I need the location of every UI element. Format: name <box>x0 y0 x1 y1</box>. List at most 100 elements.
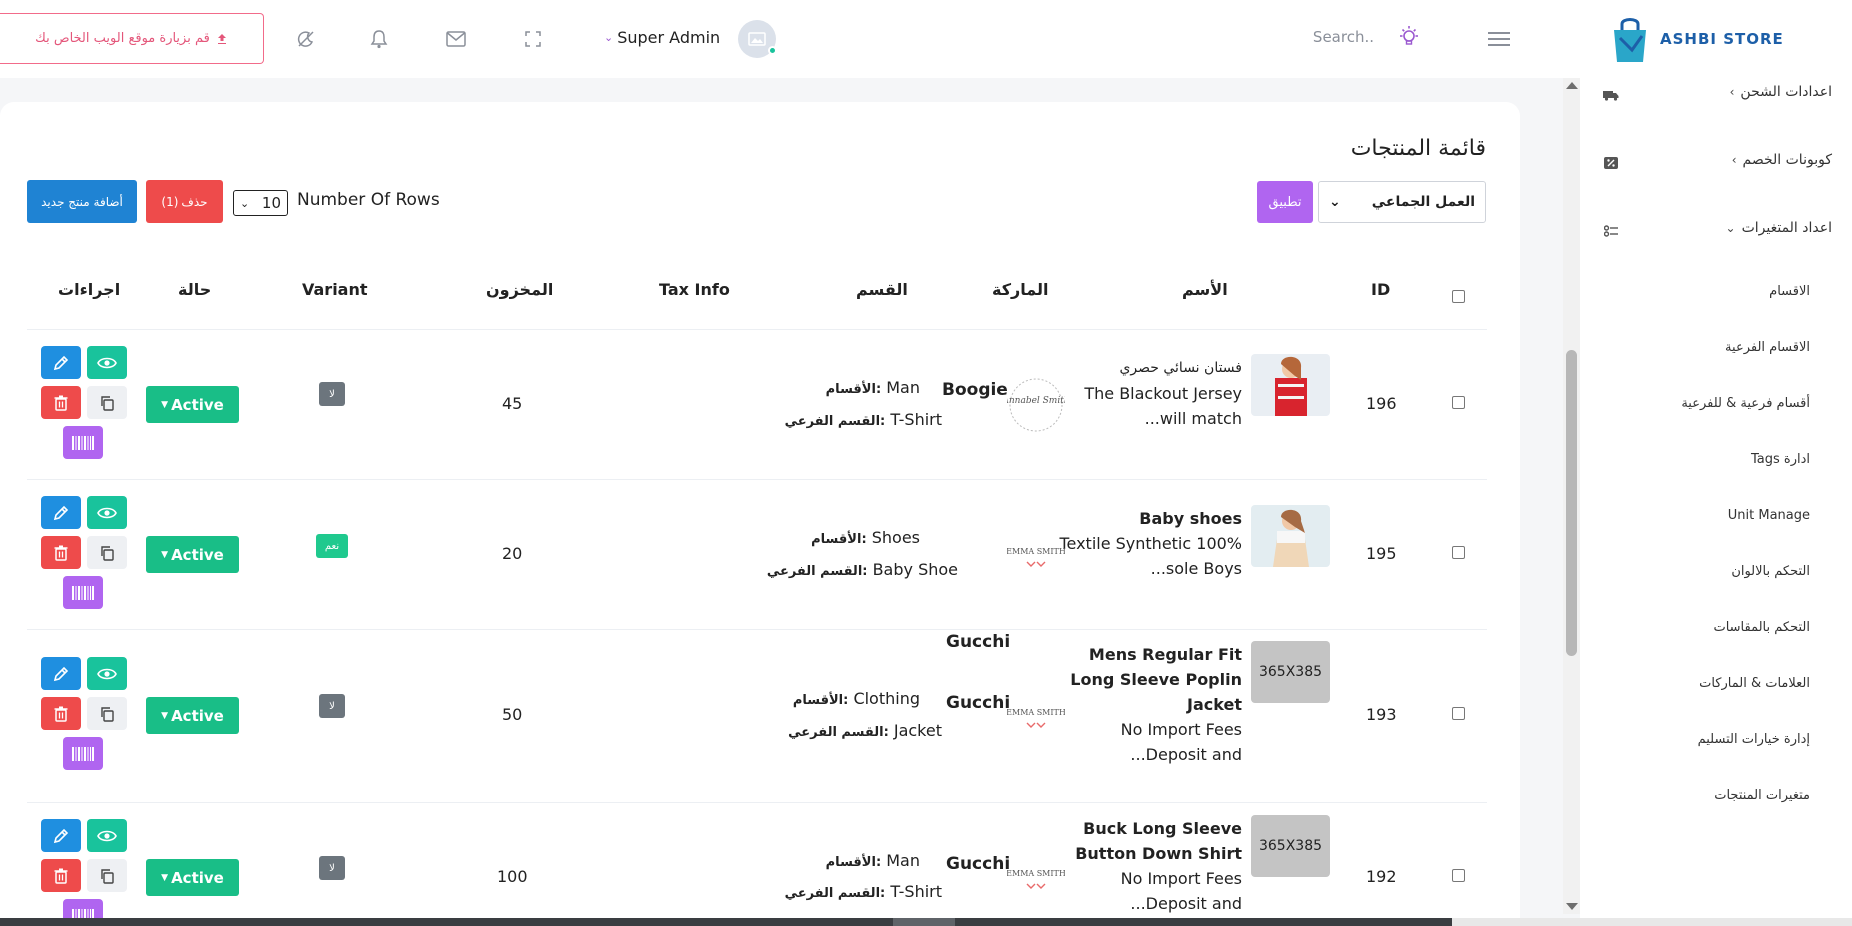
barcode-button[interactable] <box>63 426 103 459</box>
sidebar-sub-item[interactable]: Tags ادارة <box>1751 452 1810 467</box>
stock-value: 45 <box>502 394 523 413</box>
product-name[interactable]: Buck Long Sleeve Button Down Shirt No Im… <box>1042 816 1242 916</box>
row-divider <box>27 479 1487 480</box>
sidebar-item-variants-settings[interactable]: ⌄ اعداد المتغيرات <box>1726 220 1832 236</box>
product-image[interactable] <box>1251 354 1330 416</box>
bulk-action-select[interactable]: ⌄ العمل الجماعي <box>1318 181 1486 223</box>
sidebar-sub-item[interactable]: متغيرات المنتجات <box>1714 788 1810 803</box>
brand-logo: EMMA SMITH <box>1007 687 1065 745</box>
status-dropdown-button[interactable]: ▼ Active <box>146 536 239 573</box>
scrollbar[interactable] <box>1563 78 1580 914</box>
delete-selected-button[interactable]: (1) حذف <box>146 180 223 223</box>
eye-icon <box>97 357 117 368</box>
row-checkbox[interactable] <box>1452 707 1465 720</box>
status-dropdown-button[interactable]: ▼ Active <box>146 859 239 896</box>
logo-text: ASHBI STORE <box>1660 30 1784 48</box>
scrollbar-thumb[interactable] <box>1566 350 1577 656</box>
svg-text:EMMA SMITH: EMMA SMITH <box>1007 547 1065 556</box>
product-name[interactable]: Baby shoes Textile Synthetic 100% ...sol… <box>1042 506 1242 581</box>
edit-button[interactable] <box>41 346 81 379</box>
scroll-up-arrow-icon[interactable] <box>1566 82 1578 89</box>
avatar[interactable] <box>738 20 777 58</box>
chevron-down-icon: ⌄ <box>240 196 250 210</box>
product-image-placeholder[interactable]: 365X385 <box>1251 641 1330 703</box>
admin-user-menu[interactable]: ⌄ Super Admin <box>604 24 720 50</box>
brand-name: Gucchi <box>946 632 1011 652</box>
product-name[interactable]: فستان نسائي حصري The Blackout Jersey ...… <box>1042 356 1242 431</box>
edit-button[interactable] <box>41 819 81 852</box>
delete-button[interactable] <box>41 697 81 730</box>
barcode-button[interactable] <box>63 576 103 609</box>
fullscreen-icon[interactable] <box>518 24 548 54</box>
sidebar-sub-item[interactable]: Unit Manage <box>1728 508 1810 523</box>
brand-logo: EMMA SMITH <box>1007 526 1065 584</box>
category-line: الأقسام: Man <box>825 378 920 397</box>
visit-website-button[interactable]: قم بزيارة موقع الويب الخاص بك <box>0 13 264 64</box>
top-header: قم بزيارة موقع الويب الخاص بك ⌄ Super Ad… <box>0 0 1852 78</box>
products-card: قائمة المنتجات ⌄ العمل الجماعي تطبيق أضا… <box>0 102 1520 926</box>
sidebar-sub-item[interactable]: أقسام فرعية & للفرعية <box>1681 396 1810 411</box>
column-header-status[interactable]: حالة <box>178 280 211 299</box>
sidebar-sub-item[interactable]: التحكم بالمقاسات <box>1713 620 1810 635</box>
select-all-checkbox[interactable] <box>1452 290 1465 303</box>
search-input[interactable]: Search.. <box>1300 28 1374 46</box>
row-checkbox[interactable] <box>1452 396 1465 409</box>
view-button[interactable] <box>87 496 127 529</box>
column-header-category[interactable]: القسم <box>856 280 908 299</box>
subcategory-line: القسم الفرعي: T-Shirt <box>784 410 942 429</box>
column-header-brand[interactable]: الماركة <box>992 280 1048 299</box>
apply-button[interactable]: تطبيق <box>1257 181 1313 223</box>
sidebar-item-coupons[interactable]: ‹ كوبونات الخصم <box>1732 152 1832 168</box>
scroll-down-arrow-icon[interactable] <box>1566 903 1578 910</box>
delete-button[interactable] <box>41 859 81 892</box>
sidebar-item-shipping[interactable]: ‹ اعدادات الشحن <box>1730 84 1832 100</box>
row-checkbox[interactable] <box>1452 869 1465 882</box>
sidebar-sub-item[interactable]: التحكم بالالوان <box>1731 564 1810 579</box>
column-header-variant[interactable]: Variant <box>302 280 368 299</box>
delete-button[interactable] <box>41 536 81 569</box>
sidebar-sub-item[interactable]: الاقسام <box>1769 284 1810 299</box>
column-header-tax[interactable]: Tax Info <box>659 280 730 299</box>
product-name[interactable]: Mens Regular Fit Long Sleeve Poplin Jack… <box>1042 642 1242 767</box>
column-header-stock[interactable]: المخزون <box>486 280 553 299</box>
chevron-left-icon: ‹ <box>1731 153 1737 167</box>
product-image[interactable] <box>1251 505 1330 567</box>
add-product-button[interactable]: أضافة منتج جديد <box>27 180 137 223</box>
view-button[interactable] <box>87 819 127 852</box>
taskbar-segment <box>1452 918 1852 926</box>
edit-button[interactable] <box>41 657 81 690</box>
row-checkbox[interactable] <box>1452 546 1465 559</box>
delete-button[interactable] <box>41 386 81 419</box>
view-button[interactable] <box>87 346 127 379</box>
bell-icon[interactable] <box>364 24 394 54</box>
sidebar-sub-item[interactable]: العلامات & الماركات <box>1699 676 1810 691</box>
barcode-icon <box>72 585 94 600</box>
rows-per-page-select[interactable]: ⌄ 10 <box>233 190 288 216</box>
view-button[interactable] <box>87 657 127 690</box>
pencil-icon <box>53 666 69 681</box>
lightbulb-icon[interactable] <box>1394 22 1424 52</box>
edit-button[interactable] <box>41 496 81 529</box>
trash-icon <box>54 395 68 411</box>
disable-moon-icon[interactable] <box>291 24 321 54</box>
duplicate-button[interactable] <box>87 859 127 892</box>
column-header-id[interactable]: ID <box>1371 280 1390 299</box>
sidebar-sub-item[interactable]: إدارة خيارات التسليم <box>1698 732 1810 747</box>
bulk-action-value: العمل الجماعي <box>1371 194 1475 210</box>
hamburger-menu-icon[interactable] <box>1484 24 1514 54</box>
column-header-name[interactable]: الأسم <box>1182 280 1228 299</box>
subcategory-line: القسم الفرعي: Baby Shoe <box>766 560 958 579</box>
sidebar-sub-item[interactable]: الاقسام الفرعية <box>1725 340 1810 355</box>
status-dropdown-button[interactable]: ▼ Active <box>146 386 239 423</box>
barcode-button[interactable] <box>63 737 103 770</box>
chevron-left-icon: ‹ <box>1729 85 1735 99</box>
duplicate-button[interactable] <box>87 386 127 419</box>
variant-badge: لا <box>319 382 345 406</box>
status-dropdown-button[interactable]: ▼ Active <box>146 697 239 734</box>
product-image-placeholder[interactable]: 365X385 <box>1251 815 1330 877</box>
mail-icon[interactable] <box>441 24 471 54</box>
duplicate-button[interactable] <box>87 697 127 730</box>
stock-value: 100 <box>497 867 528 886</box>
store-logo[interactable]: ASHBI STORE <box>1606 14 1796 64</box>
duplicate-button[interactable] <box>87 536 127 569</box>
